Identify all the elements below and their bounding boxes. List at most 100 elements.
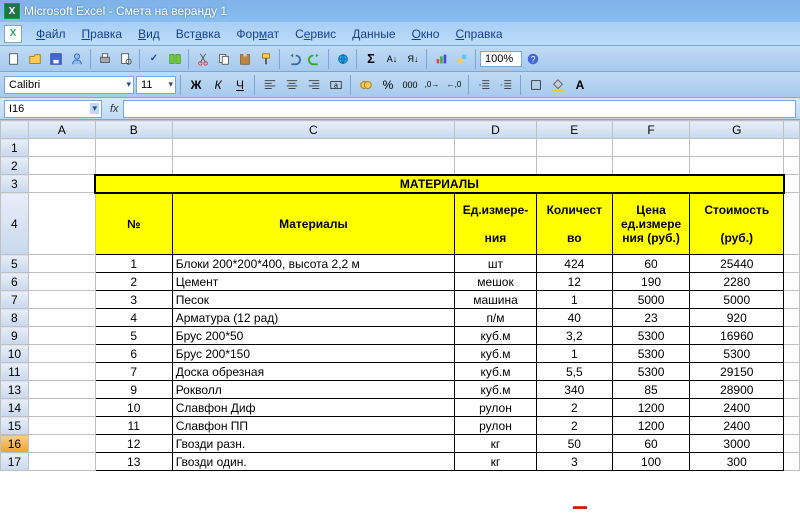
fx-label[interactable]: fx: [106, 103, 123, 115]
cell-qty[interactable]: 12: [536, 273, 612, 291]
size-combo[interactable]: 11: [136, 76, 176, 94]
research-icon[interactable]: [165, 49, 185, 69]
row-header[interactable]: 11: [1, 363, 29, 381]
cell-num[interactable]: 9: [95, 381, 172, 399]
redo-icon[interactable]: [305, 49, 325, 69]
cell-name[interactable]: Рокволл: [172, 381, 454, 399]
menu-edit[interactable]: Правка: [74, 25, 131, 43]
align-left-icon[interactable]: [260, 75, 280, 95]
cell-unit[interactable]: рулон: [455, 417, 537, 435]
cell-num[interactable]: 6: [95, 345, 172, 363]
cell-qty[interactable]: 50: [536, 435, 612, 453]
cell-unit[interactable]: п/м: [455, 309, 537, 327]
cell-price[interactable]: 23: [612, 309, 690, 327]
paste-icon[interactable]: [235, 49, 255, 69]
col-header[interactable]: E: [536, 121, 612, 139]
cell-qty[interactable]: 1: [536, 345, 612, 363]
align-center-icon[interactable]: [282, 75, 302, 95]
hyperlink-icon[interactable]: [333, 49, 353, 69]
cell-qty[interactable]: 340: [536, 381, 612, 399]
sort-asc-icon[interactable]: A↓: [382, 49, 402, 69]
cut-icon[interactable]: [193, 49, 213, 69]
cell-qty[interactable]: 2: [536, 417, 612, 435]
header-num[interactable]: №: [95, 193, 172, 255]
cell-cost[interactable]: 16960: [690, 327, 784, 345]
row-header[interactable]: 4: [1, 193, 29, 255]
header-material[interactable]: Материалы: [172, 193, 454, 255]
cell-unit[interactable]: куб.м: [455, 363, 537, 381]
open-icon[interactable]: [25, 49, 45, 69]
cell-name[interactable]: Славфон Диф: [172, 399, 454, 417]
cell-price[interactable]: 5300: [612, 345, 690, 363]
row-header[interactable]: 3: [1, 175, 29, 193]
menu-format[interactable]: Формат: [228, 25, 287, 43]
cell-name[interactable]: Гвозди разн.: [172, 435, 454, 453]
help-icon[interactable]: ?: [523, 49, 543, 69]
cell-cost[interactable]: 920: [690, 309, 784, 327]
menu-help[interactable]: Справка: [447, 25, 510, 43]
header-qty[interactable]: Количество: [536, 193, 612, 255]
undo-icon[interactable]: [284, 49, 304, 69]
row-header[interactable]: 1: [1, 139, 29, 157]
cell-name[interactable]: Блоки 200*200*400, высота 2,2 м: [172, 255, 454, 273]
menu-insert[interactable]: Вставка: [168, 25, 229, 43]
menu-data[interactable]: Данные: [344, 25, 403, 43]
col-header[interactable]: [784, 121, 800, 139]
header-cost[interactable]: Стоимость(руб.): [690, 193, 784, 255]
inc-decimal-icon[interactable]: ,0→: [422, 75, 442, 95]
cell-num[interactable]: 7: [95, 363, 172, 381]
underline-icon[interactable]: Ч: [230, 75, 250, 95]
format-painter-icon[interactable]: [256, 49, 276, 69]
col-header[interactable]: D: [455, 121, 537, 139]
cell-qty[interactable]: 3,2: [536, 327, 612, 345]
cell-unit[interactable]: рулон: [455, 399, 537, 417]
cell-num[interactable]: 5: [95, 327, 172, 345]
cell-price[interactable]: 60: [612, 435, 690, 453]
col-header[interactable]: G: [690, 121, 784, 139]
menu-window[interactable]: Окно: [404, 25, 448, 43]
dec-decimal-icon[interactable]: ←,0: [444, 75, 464, 95]
row-header[interactable]: 17: [1, 453, 29, 471]
cell-unit[interactable]: мешок: [455, 273, 537, 291]
cell-qty[interactable]: 424: [536, 255, 612, 273]
row-header[interactable]: 15: [1, 417, 29, 435]
currency-icon[interactable]: [356, 75, 376, 95]
row-header[interactable]: 9: [1, 327, 29, 345]
cell-price[interactable]: 60: [612, 255, 690, 273]
cell-name[interactable]: Доска обрезная: [172, 363, 454, 381]
cell-unit[interactable]: куб.м: [455, 381, 537, 399]
row-header[interactable]: 10: [1, 345, 29, 363]
cell-num[interactable]: 2: [95, 273, 172, 291]
cell-num[interactable]: 4: [95, 309, 172, 327]
font-combo[interactable]: Calibri: [4, 76, 134, 94]
cell-cost[interactable]: 5300: [690, 345, 784, 363]
row-header[interactable]: 7: [1, 291, 29, 309]
cell-price[interactable]: 1200: [612, 417, 690, 435]
row-header[interactable]: 2: [1, 157, 29, 175]
drawing-icon[interactable]: [452, 49, 472, 69]
cell-cost[interactable]: 5000: [690, 291, 784, 309]
permissions-icon[interactable]: [67, 49, 87, 69]
worksheet-grid[interactable]: A B C D E F G 1 2 3 МАТЕРИАЛЫ 4 № Матери…: [0, 120, 800, 516]
select-all[interactable]: [1, 121, 29, 139]
cell-cost[interactable]: 300: [690, 453, 784, 471]
cell-price[interactable]: 100: [612, 453, 690, 471]
cell-unit[interactable]: куб.м: [455, 345, 537, 363]
percent-icon[interactable]: %: [378, 75, 398, 95]
header-price[interactable]: Ценаед.измерения (руб.): [612, 193, 690, 255]
print-icon[interactable]: [95, 49, 115, 69]
cell-price[interactable]: 5000: [612, 291, 690, 309]
cell-num[interactable]: 13: [95, 453, 172, 471]
cell-name[interactable]: Цемент: [172, 273, 454, 291]
cell-unit[interactable]: куб.м: [455, 327, 537, 345]
cell-cost[interactable]: 3000: [690, 435, 784, 453]
cell-unit[interactable]: шт: [455, 255, 537, 273]
chart-icon[interactable]: [431, 49, 451, 69]
row-header[interactable]: 14: [1, 399, 29, 417]
col-header[interactable]: A: [28, 121, 95, 139]
cell-qty[interactable]: 5,5: [536, 363, 612, 381]
bold-icon[interactable]: Ж: [186, 75, 206, 95]
column-headers[interactable]: A B C D E F G: [1, 121, 800, 139]
cell-unit[interactable]: машина: [455, 291, 537, 309]
copy-icon[interactable]: [214, 49, 234, 69]
